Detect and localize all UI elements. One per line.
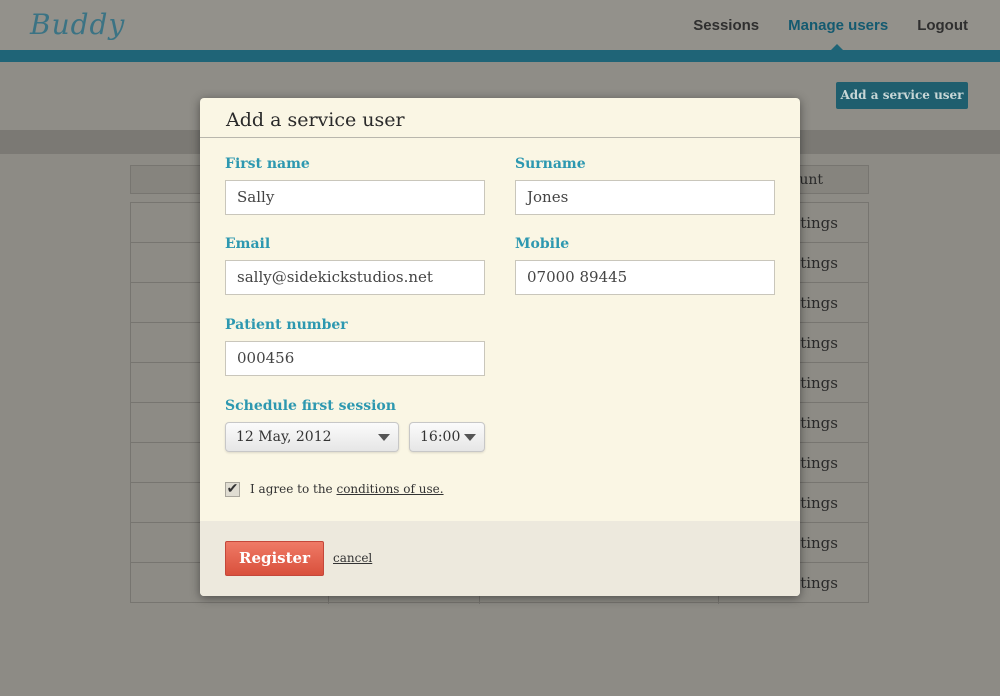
accent-bar	[0, 50, 1000, 62]
patient-number-label: Patient number	[225, 317, 348, 333]
dialog-title: Add a service user	[226, 109, 405, 131]
buddy-logo[interactable]: Buddy	[30, 8, 125, 41]
agree-prefix: I agree to the	[250, 482, 337, 496]
settings-link[interactable]: ttings	[794, 443, 838, 483]
agree-text: I agree to the conditions of use.	[250, 482, 444, 496]
conditions-of-use-link[interactable]: conditions of use.	[336, 482, 443, 496]
session-date-value: 12 May, 2012	[236, 429, 332, 445]
mobile-label: Mobile	[515, 236, 570, 252]
settings-link[interactable]: ttings	[794, 363, 838, 403]
chevron-down-icon	[378, 434, 390, 441]
nav-manage-users[interactable]: Manage users	[788, 17, 888, 34]
settings-link[interactable]: ttings	[794, 203, 838, 243]
session-time-select[interactable]: 16:00	[409, 422, 485, 452]
nav-logout[interactable]: Logout	[917, 17, 968, 34]
session-time-value: 16:00	[420, 429, 461, 445]
dialog-footer: Register cancel	[200, 521, 800, 596]
settings-link[interactable]: ttings	[794, 243, 838, 283]
main-nav: Sessions Manage users Logout	[693, 17, 968, 34]
nav-sessions[interactable]: Sessions	[693, 17, 759, 34]
settings-link[interactable]: ttings	[794, 523, 838, 563]
add-service-user-button[interactable]: Add a service user	[836, 82, 968, 109]
add-service-user-dialog: Add a service user First name Sally Surn…	[200, 98, 800, 596]
register-button[interactable]: Register	[225, 541, 324, 576]
column-header-account: unt	[799, 172, 823, 188]
first-name-label: First name	[225, 156, 310, 172]
surname-label: Surname	[515, 156, 586, 172]
email-label: Email	[225, 236, 271, 252]
mobile-field[interactable]: 07000 89445	[515, 260, 775, 295]
settings-link[interactable]: ttings	[794, 323, 838, 363]
patient-number-field[interactable]: 000456	[225, 341, 485, 376]
settings-link[interactable]: ttings	[794, 483, 838, 523]
settings-link[interactable]: ttings	[794, 283, 838, 323]
agree-checkbox[interactable]: ✔	[225, 482, 240, 497]
surname-field[interactable]: Jones	[515, 180, 775, 215]
first-name-field[interactable]: Sally	[225, 180, 485, 215]
session-date-select[interactable]: 12 May, 2012	[225, 422, 399, 452]
settings-link[interactable]: ttings	[794, 563, 838, 603]
chevron-down-icon	[464, 434, 476, 441]
email-field[interactable]: sally@sidekickstudios.net	[225, 260, 485, 295]
settings-link[interactable]: ttings	[794, 403, 838, 443]
schedule-label: Schedule first session	[225, 398, 396, 414]
cancel-link[interactable]: cancel	[333, 551, 372, 565]
title-divider	[200, 137, 800, 138]
top-bar: Buddy Sessions Manage users Logout	[0, 0, 1000, 50]
